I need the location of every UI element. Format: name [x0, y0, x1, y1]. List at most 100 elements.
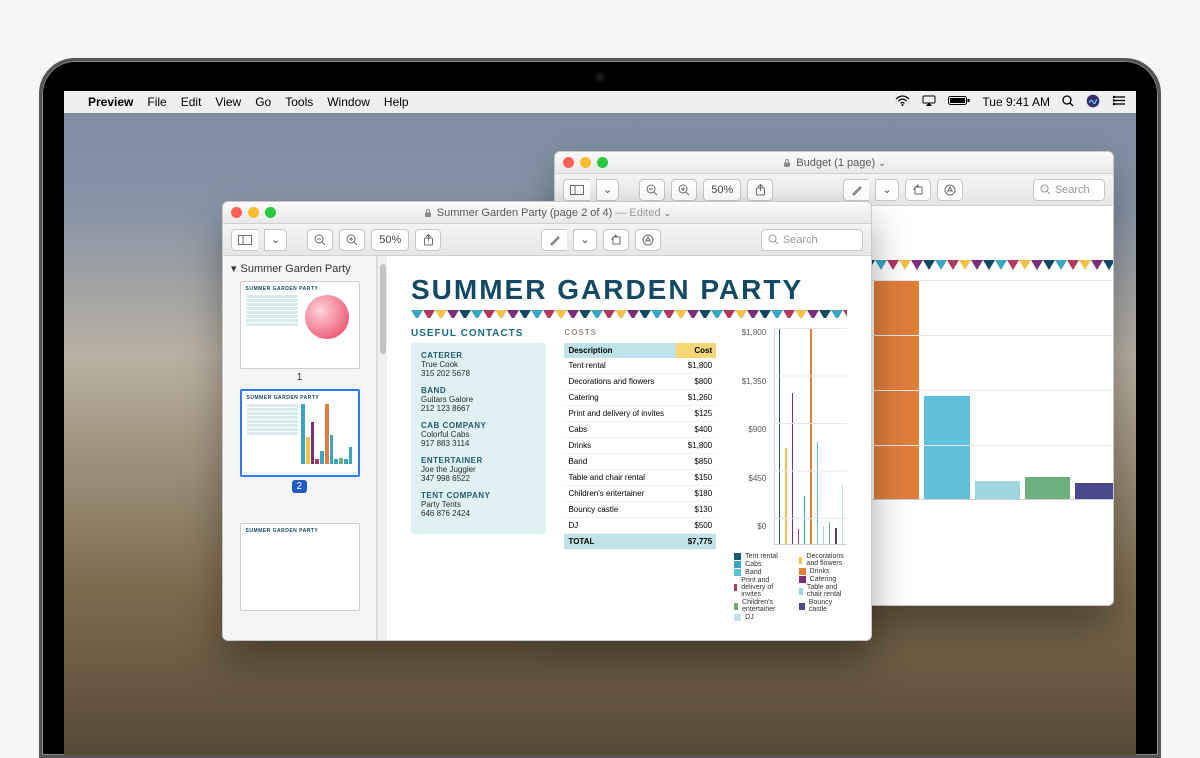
zoom-out-button[interactable]	[307, 229, 333, 251]
sidebar-view-chevron[interactable]: ⌄	[596, 179, 619, 201]
zoom-level[interactable]: 50%	[703, 179, 741, 201]
table-row: Drinks$1,800	[564, 438, 716, 454]
sidebar-view-button[interactable]	[231, 229, 258, 251]
search-placeholder-front: Search	[783, 234, 818, 246]
zoom-button[interactable]	[597, 157, 608, 168]
page-thumbnail-3[interactable]: SUMMER GARDEN PARTY	[240, 523, 360, 611]
close-button[interactable]	[231, 207, 242, 218]
bar	[817, 442, 818, 544]
sidebar-view-chevron[interactable]: ⌄	[264, 229, 287, 251]
table-row: DJ$500	[564, 518, 716, 534]
clock[interactable]: Tue 9:41 AM	[982, 95, 1050, 109]
highlight-chevron[interactable]: ⌄	[875, 179, 898, 201]
traffic-lights-front[interactable]	[231, 207, 276, 218]
document-page: SUMMER GARDEN PARTY USEFUL CONTACTS CATE…	[387, 256, 871, 640]
menu-go[interactable]: Go	[255, 95, 271, 109]
markup-button[interactable]	[937, 179, 963, 201]
minimize-button[interactable]	[580, 157, 591, 168]
search-icon	[768, 234, 779, 245]
legend-item: Tent rental	[734, 553, 778, 560]
close-button[interactable]	[563, 157, 574, 168]
airplay-icon[interactable]	[922, 95, 936, 109]
highlight-chevron[interactable]: ⌄	[573, 229, 596, 251]
table-row: Catering$1,260	[564, 390, 716, 406]
contact-entry: CATERERTrue Cook315 202 5678	[421, 351, 536, 378]
bar	[810, 328, 811, 544]
document-title: SUMMER GARDEN PARTY	[411, 274, 847, 306]
legend-item: Decorations and flowers	[799, 553, 847, 567]
th-cost: Cost	[676, 343, 716, 358]
table-row: Tent rental$1,800	[564, 358, 716, 374]
desktop: Preview File Edit View Go Tools Window H…	[64, 91, 1136, 755]
chart-yaxis: $1,800$1,350$900$450$0	[734, 328, 768, 545]
siri-icon[interactable]	[1086, 94, 1100, 111]
toolbar-front: ⌄ 50% ⌄	[223, 224, 871, 256]
window-summer[interactable]: Summer Garden Party (page 2 of 4) — Edit…	[222, 201, 872, 641]
menu-tools[interactable]: Tools	[285, 95, 313, 109]
legend-item: Cabs	[734, 561, 778, 568]
menu-help[interactable]: Help	[384, 95, 409, 109]
bunting-border	[411, 310, 847, 318]
rotate-button[interactable]	[905, 179, 931, 201]
zoom-out-button[interactable]	[639, 179, 665, 201]
search-placeholder-back: Search	[1055, 184, 1090, 196]
contact-entry: TENT COMPANYParty Tents646 876 2424	[421, 491, 536, 518]
window-title-back: Budget (1 page) ⌄	[796, 157, 886, 169]
menubar: Preview File Edit View Go Tools Window H…	[64, 91, 1136, 113]
legend-item: Drinks	[799, 568, 847, 575]
legend-item: Print and delivery of invites	[734, 577, 778, 598]
zoom-in-button[interactable]	[671, 179, 697, 201]
highlight-button[interactable]	[843, 179, 869, 201]
lock-icon	[782, 158, 792, 168]
notification-center-icon[interactable]	[1112, 95, 1126, 109]
sidebar-heading[interactable]: ▾ Summer Garden Party	[231, 262, 368, 275]
titlebar-budget[interactable]: Budget (1 page) ⌄	[555, 152, 1113, 174]
spotlight-icon[interactable]	[1062, 95, 1074, 110]
legend-item: Table and chair rental	[799, 584, 847, 598]
thumbnail-sidebar[interactable]: ▾ Summer Garden Party SUMMER GARDEN PART…	[223, 256, 377, 640]
window-title-front: Summer Garden Party (page 2 of 4) — Edit…	[437, 207, 671, 219]
thumbnail-label: 1	[240, 372, 360, 383]
highlight-button[interactable]	[541, 229, 567, 251]
bar	[975, 481, 1020, 499]
zoom-in-button[interactable]	[339, 229, 365, 251]
total-label: TOTAL	[564, 534, 676, 550]
disclosure-triangle-icon[interactable]: ▾	[231, 262, 237, 275]
chart-legend: Tent rentalCabsBandPrint and delivery of…	[734, 553, 847, 622]
bar	[792, 393, 793, 544]
traffic-lights-back[interactable]	[563, 157, 608, 168]
share-button[interactable]	[415, 229, 441, 251]
menu-file[interactable]: File	[147, 95, 166, 109]
sidebar-view-button[interactable]	[563, 179, 590, 201]
table-row: Print and delivery of invites$125	[564, 406, 716, 422]
bar	[779, 328, 780, 544]
camera-dot	[596, 73, 604, 81]
page-thumbnail-1[interactable]: SUMMER GARDEN PARTY 1	[240, 281, 360, 383]
app-menu[interactable]: Preview	[88, 95, 133, 109]
minimize-button[interactable]	[248, 207, 259, 218]
bar	[842, 484, 843, 544]
menu-view[interactable]: View	[215, 95, 241, 109]
search-input-back[interactable]: Search	[1033, 179, 1105, 201]
zoom-button[interactable]	[265, 207, 276, 218]
table-row: Decorations and flowers$800	[564, 374, 716, 390]
bar	[829, 522, 830, 544]
costs-heading: COSTS	[564, 328, 716, 337]
zoom-level[interactable]: 50%	[371, 229, 409, 251]
share-button[interactable]	[747, 179, 773, 201]
battery-icon[interactable]	[948, 95, 970, 109]
search-input-front[interactable]: Search	[761, 229, 863, 251]
titlebar-summer[interactable]: Summer Garden Party (page 2 of 4) — Edit…	[223, 202, 871, 224]
menu-window[interactable]: Window	[327, 95, 370, 109]
costs-chart: $1,800$1,350$900$450$0 Tent rentalCabsBa…	[734, 328, 847, 622]
wifi-icon[interactable]	[895, 95, 910, 109]
markup-button[interactable]	[635, 229, 661, 251]
menu-edit[interactable]: Edit	[181, 95, 202, 109]
bar	[874, 280, 919, 499]
bar-chart	[774, 328, 847, 545]
page-thumbnail-2[interactable]: SUMMER GARDEN PARTY 2	[240, 389, 360, 493]
bar	[1025, 477, 1070, 499]
rotate-button[interactable]	[603, 229, 629, 251]
contact-entry: ENTERTAINERJoe the Juggler347 998 6522	[421, 456, 536, 483]
sidebar-scrollbar[interactable]	[377, 256, 387, 640]
